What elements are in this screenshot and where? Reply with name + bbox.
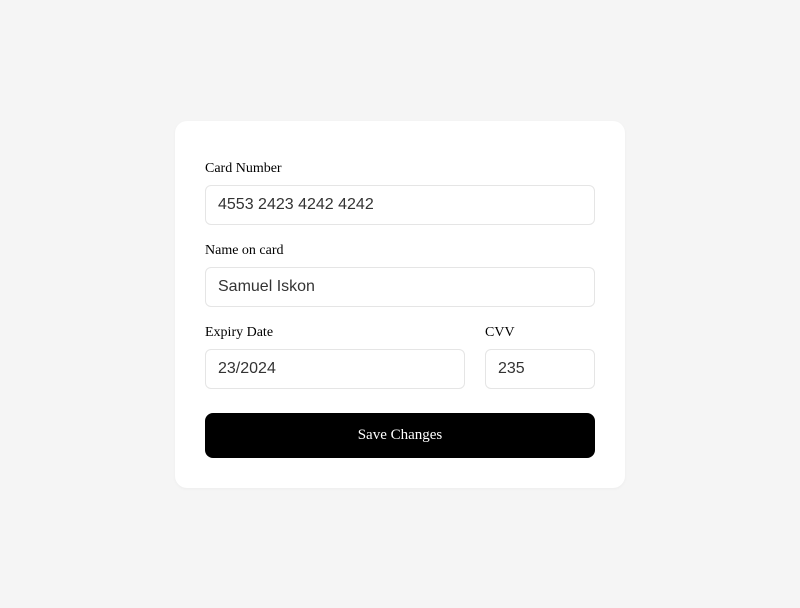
expiry-cvv-row: Expiry Date CVV [205, 325, 595, 407]
expiry-date-label: Expiry Date [205, 325, 465, 341]
cvv-label: CVV [485, 325, 595, 341]
card-number-input[interactable] [205, 185, 595, 225]
card-number-label: Card Number [205, 161, 595, 177]
cvv-input[interactable] [485, 349, 595, 389]
name-on-card-label: Name on card [205, 243, 595, 259]
name-on-card-field: Name on card [205, 243, 595, 307]
name-on-card-input[interactable] [205, 267, 595, 307]
card-number-field: Card Number [205, 161, 595, 225]
cvv-field: CVV [485, 325, 595, 389]
payment-card-form: Card Number Name on card Expiry Date CVV… [175, 121, 625, 488]
expiry-date-field: Expiry Date [205, 325, 465, 389]
save-button[interactable]: Save Changes [205, 413, 595, 458]
expiry-date-input[interactable] [205, 349, 465, 389]
